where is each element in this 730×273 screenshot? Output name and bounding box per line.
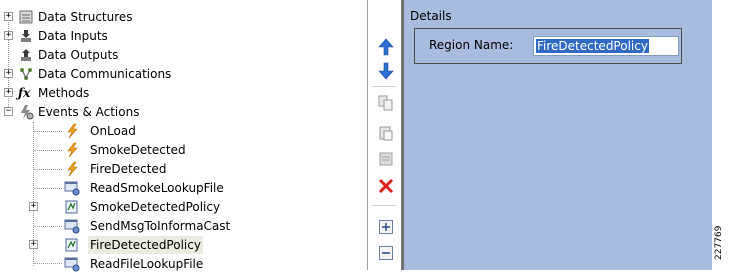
tree-item-label: ReadSmokeLookupFile xyxy=(90,181,224,195)
tree-item-data-communications[interactable]: + Data Communications xyxy=(0,65,360,83)
action-icon xyxy=(64,181,80,196)
tree-item-readsmokelookupfile[interactable]: ReadSmokeLookupFile xyxy=(0,179,360,197)
expand-icon[interactable]: + xyxy=(29,240,38,249)
tree-item-label: SendMsgToInformaCast xyxy=(90,219,231,233)
tree-item-label: Data Structures xyxy=(38,10,133,24)
tree-item-methods[interactable]: + ƒx Methods xyxy=(0,84,360,102)
tree-item-smokedetected[interactable]: SmokeDetected xyxy=(0,141,360,159)
figure-id: 227769 xyxy=(712,200,730,270)
event-lightning-icon xyxy=(67,161,78,177)
policy-icon xyxy=(65,200,78,214)
expand-icon[interactable]: + xyxy=(4,69,13,78)
expand-icon[interactable]: + xyxy=(4,31,13,40)
figure-id-text: 227769 xyxy=(714,225,724,260)
properties-icon[interactable] xyxy=(377,150,395,168)
event-lightning-icon xyxy=(67,142,78,158)
vertical-toolbar xyxy=(368,0,402,270)
tree-item-label: OnLoad xyxy=(90,124,136,138)
expand-all-icon[interactable] xyxy=(377,218,395,236)
action-icon xyxy=(64,219,80,234)
move-up-icon[interactable] xyxy=(377,38,395,56)
data-communications-icon xyxy=(20,68,32,80)
region-name-value: FireDetectedPolicy xyxy=(536,39,649,53)
toolbar-separator xyxy=(372,86,396,87)
toolbar-separator xyxy=(372,205,396,206)
collapse-icon[interactable]: − xyxy=(4,107,13,116)
expand-icon[interactable]: + xyxy=(4,12,13,21)
tree-item-label: SmokeDetectedPolicy xyxy=(90,200,221,214)
region-name-group: Region Name: FireDetectedPolicy xyxy=(414,28,682,64)
methods-icon: ƒx xyxy=(18,86,31,100)
tree-item-data-outputs[interactable]: Data Outputs xyxy=(0,46,360,64)
delete-icon[interactable] xyxy=(377,177,395,195)
region-name-input[interactable]: FireDetectedPolicy xyxy=(533,36,679,56)
expand-icon[interactable]: + xyxy=(29,202,38,211)
data-structures-icon xyxy=(19,10,33,24)
move-down-icon[interactable] xyxy=(377,62,395,80)
tree-item-sendmsgtoinformacast[interactable]: SendMsgToInformaCast xyxy=(0,217,360,235)
copy-icon[interactable] xyxy=(377,94,395,112)
tree-item-label: Methods xyxy=(38,86,90,100)
tree-item-firedetectedpolicy[interactable]: + FireDetectedPolicy xyxy=(0,236,360,254)
tree-panel: + Data Structures + Data Inputs Data Out… xyxy=(0,0,368,273)
expand-icon[interactable]: + xyxy=(4,88,13,97)
paste-icon[interactable] xyxy=(377,124,395,142)
tree-item-label: FireDetected xyxy=(90,162,167,176)
policy-icon xyxy=(65,238,78,252)
tree-item-data-structures[interactable]: + Data Structures xyxy=(0,8,360,26)
tree-item-label: ReadFileLookupFile xyxy=(90,257,204,271)
data-inputs-icon xyxy=(21,30,31,42)
tree-item-label: Events & Actions xyxy=(38,105,140,119)
collapse-all-icon[interactable] xyxy=(377,244,395,262)
events-actions-icon xyxy=(21,105,34,120)
tree-item-label: FireDetectedPolicy xyxy=(88,236,203,254)
tree-item-onload[interactable]: OnLoad xyxy=(0,122,360,140)
tree-item-label: Data Communications xyxy=(38,67,172,81)
data-outputs-icon xyxy=(21,49,31,61)
tree-item-events-actions[interactable]: − Events & Actions xyxy=(0,103,360,121)
details-panel: Details Region Name: FireDetectedPolicy xyxy=(402,0,712,270)
tree-item-data-inputs[interactable]: + Data Inputs xyxy=(0,27,360,45)
region-name-label: Region Name: xyxy=(429,38,514,52)
event-lightning-icon xyxy=(67,123,78,139)
tree-item-label: SmokeDetected xyxy=(90,143,186,157)
tree-item-firedetected[interactable]: FireDetected xyxy=(0,160,360,178)
tree-item-label: Data Inputs xyxy=(38,29,108,43)
tree-item-label: Data Outputs xyxy=(38,48,119,62)
tree-item-smokedetectedpolicy[interactable]: + SmokeDetectedPolicy xyxy=(0,198,360,216)
details-title: Details xyxy=(410,9,452,23)
tree-item-readfilelookupfile[interactable]: ReadFileLookupFile xyxy=(0,255,360,273)
